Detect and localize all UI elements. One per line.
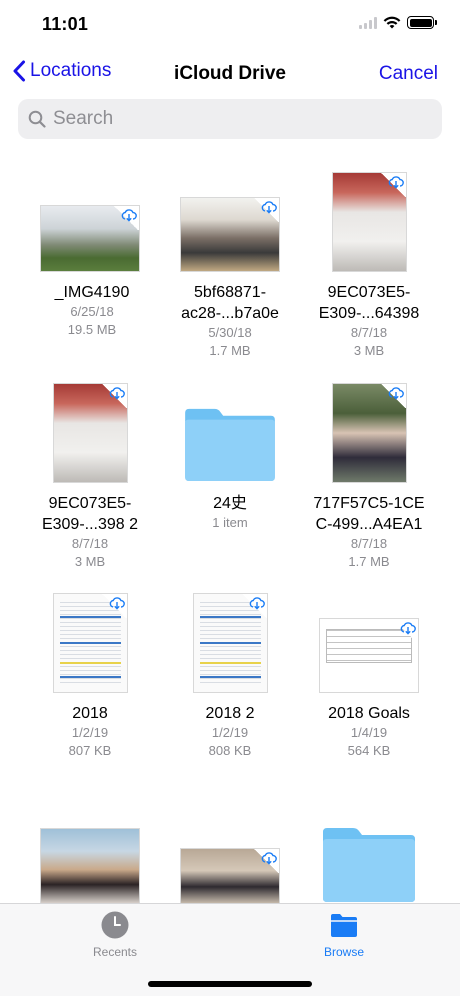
cancel-button[interactable]: Cancel	[379, 63, 438, 85]
photo-thumbnail	[331, 383, 407, 483]
tab-bar: Recents Browse	[0, 903, 460, 996]
tab-browse[interactable]: Browse	[284, 910, 404, 959]
cloud-download-icon	[249, 597, 265, 610]
tab-recents-label: Recents	[92, 945, 138, 959]
item-name-line2: ac28-...b7a0e	[181, 305, 279, 322]
item-date: 1/4/19	[350, 725, 388, 740]
photo-thumbnail	[40, 828, 140, 904]
item-name: 24史	[213, 495, 247, 512]
item-size: 564 KB	[347, 743, 391, 758]
item-date: 6/25/18	[70, 304, 114, 319]
clock-icon	[101, 911, 129, 939]
item-size: 1.7 MB	[209, 343, 251, 358]
folder-icon	[323, 828, 415, 902]
spreadsheet-thumbnail	[192, 593, 268, 693]
item-size: 3 MB	[74, 554, 106, 569]
search-input[interactable]	[53, 108, 423, 130]
status-time: 11:01	[42, 14, 89, 34]
item-name-line2: C-499...A4EA1	[315, 516, 423, 533]
item-date: 1/2/19	[211, 725, 249, 740]
spreadsheet-thumbnail	[52, 593, 128, 693]
item-date: 5/30/18	[208, 325, 252, 340]
photo-thumbnail	[180, 197, 280, 272]
item-date: 8/7/18	[71, 536, 109, 551]
item-size: 808 KB	[208, 743, 252, 758]
navigation-bar: Locations iCloud Drive Cancel	[0, 52, 460, 96]
cloud-download-icon	[400, 622, 416, 635]
item-count: 1 item	[212, 515, 248, 530]
item-name: _IMG4190	[54, 284, 130, 301]
item-name: 717F57C5-1CE	[313, 495, 425, 512]
item-name: 2018	[72, 705, 108, 722]
battery-icon	[407, 16, 437, 29]
item-name: 9EC073E5-	[48, 495, 132, 512]
document-thumbnail	[319, 618, 419, 693]
cloud-download-icon	[388, 176, 404, 189]
item-name-line2: E309-...64398	[318, 305, 420, 322]
item-size: 3 MB	[353, 343, 385, 358]
item-date: 1/2/19	[71, 725, 109, 740]
photo-thumbnail	[180, 848, 280, 904]
photo-thumbnail	[52, 383, 128, 483]
item-name-line2: E309-...398 2	[41, 516, 139, 533]
cloud-download-icon	[388, 387, 404, 400]
status-bar: 11:01	[0, 0, 460, 50]
home-indicator[interactable]	[148, 981, 312, 987]
tab-browse-label: Browse	[323, 945, 364, 959]
item-size: 19.5 MB	[67, 322, 117, 337]
photo-thumbnail	[331, 172, 407, 272]
cellular-signal-icon	[359, 16, 377, 29]
cloud-download-icon	[261, 201, 277, 214]
cloud-download-icon	[109, 597, 125, 610]
search-bar[interactable]	[18, 99, 442, 139]
wifi-icon	[383, 16, 401, 29]
item-date: 8/7/18	[350, 536, 388, 551]
cloud-download-icon	[261, 852, 277, 865]
item-name: 2018 Goals	[328, 705, 410, 722]
cloud-download-icon	[121, 209, 137, 222]
item-size: 1.7 MB	[348, 554, 390, 569]
item-date: 8/7/18	[350, 325, 388, 340]
item-name: 9EC073E5-	[327, 284, 411, 301]
item-name: 5bf68871-	[193, 284, 267, 301]
search-icon	[28, 110, 46, 128]
item-size: 807 KB	[68, 743, 112, 758]
folder-tab-icon	[331, 914, 357, 937]
tab-recents[interactable]: Recents	[55, 910, 175, 959]
cloud-download-icon	[109, 387, 125, 400]
item-name: 2018 2	[205, 705, 255, 722]
status-icons	[359, 16, 437, 29]
folder-icon	[185, 408, 275, 482]
photo-thumbnail	[40, 205, 140, 272]
